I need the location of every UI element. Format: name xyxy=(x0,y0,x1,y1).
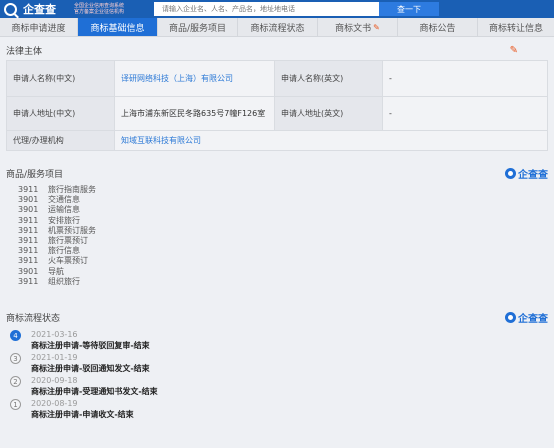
label-cell: 代理/办理机构 xyxy=(6,130,115,151)
list-item: 3901 运输信息 xyxy=(18,205,536,215)
brand-text: 企查查 xyxy=(518,169,548,181)
item-name: 运输信息 xyxy=(48,205,80,215)
edit-icon: ✎ xyxy=(373,22,380,32)
step-text: 商标注册申请-驳回通知发文-结束 xyxy=(31,364,150,374)
top-bar: 企查查 全国企业信用查询系统 官方备案企业征信机构 查一下 xyxy=(0,0,554,18)
logo[interactable]: 企查查 xyxy=(4,1,74,17)
tab-basic-info[interactable]: 商标基础信息 xyxy=(78,18,158,36)
list-item: 3911 旅行指南服务 xyxy=(18,185,536,195)
brand-watermark: 企查查 xyxy=(505,166,548,181)
slogan: 全国企业信用查询系统 官方备案企业征信机构 xyxy=(74,3,154,15)
item-name: 旅行指南服务 xyxy=(48,185,96,194)
list-item: 3911 火车票预订 xyxy=(18,256,536,266)
step-number: 4 xyxy=(10,330,21,342)
goods-title: 商品/服务项目 xyxy=(6,169,64,180)
timeline-item: 3 2021-01-19 商标注册申请-驳回通知发文-结束 xyxy=(10,352,544,374)
brand-text: 企查查 xyxy=(518,313,548,325)
tab-documents[interactable]: 商标文书 ✎ xyxy=(318,18,398,36)
list-item: 3911 安排旅行 xyxy=(18,216,536,226)
tab-flow-status[interactable]: 商标流程状态 xyxy=(238,18,318,36)
class-code: 3901 xyxy=(18,205,39,215)
item-name: 组织旅行 xyxy=(48,276,80,286)
slogan-line2: 官方备案企业征信机构 xyxy=(74,9,125,15)
item-name: 导航 xyxy=(48,266,64,276)
tab-goods-services[interactable]: 商品/服务项目 xyxy=(158,18,238,36)
goods-section-header: 商品/服务项目 企查查 xyxy=(0,163,554,183)
item-name: 火车票预订 xyxy=(48,256,88,266)
goods-list: 3911 旅行指南服务 3901 交通信息 3901 运输信息 3911 安排旅行 39… xyxy=(0,183,554,289)
step-number: 2 xyxy=(10,376,21,388)
class-code: 3911 xyxy=(18,236,39,246)
list-item: 3901 导航 xyxy=(18,267,536,277)
tab-bar: 商标申请进度 商标基础信息 商品/服务项目 商标流程状态 商标文书 ✎ 商标公告… xyxy=(0,18,554,37)
brand-watermark: 企查查 xyxy=(505,310,548,325)
list-item: 3911 旅行票预订 xyxy=(18,236,536,246)
list-item: 3911 组织旅行 xyxy=(18,277,536,287)
class-code: 3911 xyxy=(18,276,39,286)
step-number: 3 xyxy=(10,353,21,365)
item-name: 旅行信息 xyxy=(48,246,80,256)
timeline-item: 2 2020-09-18 商标注册申请-受理通知书发文-结束 xyxy=(10,375,544,397)
class-code: 3901 xyxy=(18,195,39,205)
class-code: 3911 xyxy=(18,185,39,194)
step-date: 2021-01-19 xyxy=(31,353,78,363)
edit-icon[interactable]: ✎ xyxy=(510,45,518,56)
applicant-name-cn[interactable]: 译研网络科技（上海）有限公司 xyxy=(114,60,275,97)
label-cell: 申请人地址(英文) xyxy=(274,96,383,131)
timeline-item: 4 2021-03-16 商标注册申请-等待驳回复审-结束 xyxy=(10,329,544,351)
search-input[interactable] xyxy=(154,2,379,16)
item-name: 安排旅行 xyxy=(48,215,80,225)
logo-text: 企查查 xyxy=(23,3,56,16)
legal-table: 申请人名称(中文) 译研网络科技（上海）有限公司 申请人名称(英文) - 申请人… xyxy=(6,60,548,151)
label-cell: 申请人名称(英文) xyxy=(274,60,383,97)
timeline-item: 1 2020-08-19 商标注册申请-申请收文-结束 xyxy=(10,398,544,420)
legal-title: 法律主体 xyxy=(6,46,43,57)
logo-search-icon xyxy=(4,2,17,16)
class-code: 3911 xyxy=(18,246,39,256)
flow-section-header: 商标流程状态 企查查 xyxy=(0,307,554,327)
step-date: 2020-08-19 xyxy=(31,399,78,409)
list-item: 3911 旅行信息 xyxy=(18,246,536,256)
label-cell: 申请人名称(中文) xyxy=(6,60,115,97)
applicant-address-en: - xyxy=(382,96,548,131)
class-code: 3911 xyxy=(18,215,39,225)
step-text: 商标注册申请-申请收文-结束 xyxy=(31,410,134,420)
table-row: 申请人名称(中文) 译研网络科技（上海）有限公司 申请人名称(英文) - xyxy=(6,60,548,97)
applicant-address-cn: 上海市浦东新区民冬路635号7幢F126室 xyxy=(114,96,275,131)
table-row: 代理/办理机构 知域互联科技有限公司 xyxy=(6,130,548,151)
item-name: 交通信息 xyxy=(48,195,80,205)
tab-documents-label: 商标文书 xyxy=(335,23,372,34)
table-row: 申请人地址(中文) 上海市浦东新区民冬路635号7幢F126室 申请人地址(英文… xyxy=(6,96,548,131)
applicant-name-en: - xyxy=(382,60,548,97)
agent-org[interactable]: 知域互联科技有限公司 xyxy=(114,130,548,151)
list-item: 3901 交通信息 xyxy=(18,195,536,205)
tab-transfer[interactable]: 商标转让信息 xyxy=(478,18,554,36)
list-item: 3911 机票预订服务 xyxy=(18,226,536,236)
class-code: 3901 xyxy=(18,266,39,276)
class-code: 3911 xyxy=(18,256,39,266)
step-text: 商标注册申请-受理通知书发文-结束 xyxy=(31,387,158,397)
brand-icon xyxy=(505,311,516,323)
brand-icon xyxy=(505,167,516,179)
item-name: 机票预订服务 xyxy=(48,225,96,235)
step-text: 商标注册申请-等待驳回复审-结束 xyxy=(31,341,150,351)
tab-announcements[interactable]: 商标公告 xyxy=(398,18,478,36)
legal-section-header: 法律主体 ✎ xyxy=(0,40,554,60)
step-date: 2020-09-18 xyxy=(31,376,78,386)
tab-progress[interactable]: 商标申请进度 xyxy=(0,18,78,36)
flow-timeline: 4 2021-03-16 商标注册申请-等待驳回复审-结束 3 2021-01-… xyxy=(0,327,554,423)
step-number: 1 xyxy=(10,399,21,411)
step-date: 2021-03-16 xyxy=(31,330,78,340)
label-cell: 申请人地址(中文) xyxy=(6,96,115,131)
class-code: 3911 xyxy=(18,225,39,235)
search-button[interactable]: 查一下 xyxy=(379,2,439,16)
flow-title: 商标流程状态 xyxy=(6,313,61,324)
item-name: 旅行票预订 xyxy=(48,236,88,246)
